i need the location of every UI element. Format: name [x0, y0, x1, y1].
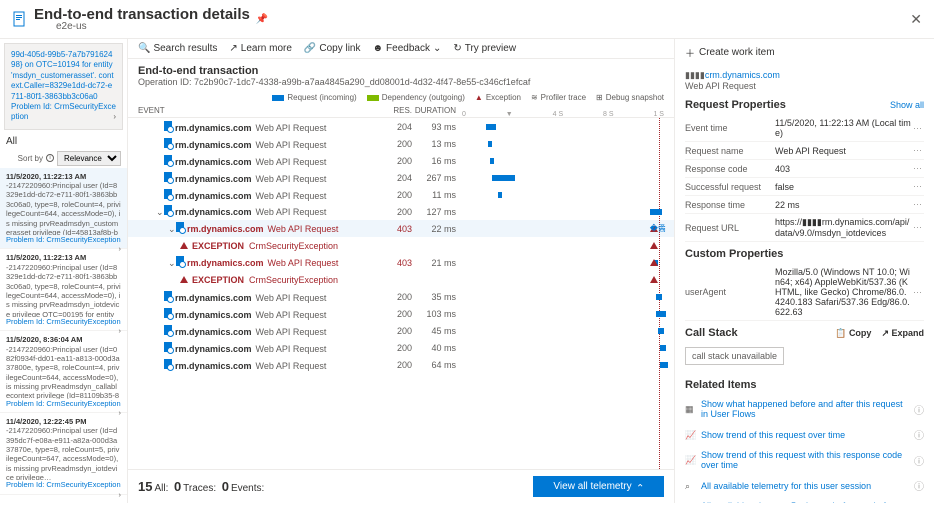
property-row: userAgentMozilla/5.0 (Windows NT 10.0; W…	[685, 264, 924, 321]
sort-by-label: Sort by	[18, 154, 43, 163]
more-icon[interactable]: ⋯	[911, 163, 924, 174]
counts: 15All: 0Traces: 0Events:	[138, 479, 264, 494]
exception-row[interactable]: EXCEPTION CrmSecurityException	[128, 237, 674, 254]
more-icon[interactable]: ⋯	[911, 145, 924, 156]
request-row[interactable]: ⌄rm.dynamics.comWeb API Request40322 ms�…	[128, 220, 674, 237]
create-work-item-button[interactable]: ＋Create work item	[685, 45, 924, 60]
info-icon[interactable]: i	[46, 154, 54, 162]
exception-row[interactable]: EXCEPTION CrmSecurityException	[128, 271, 674, 288]
more-icon[interactable]: ⋯	[911, 181, 924, 192]
left-panel: 99d-405d-99b5-7a7b79162498} on OTC=10194…	[0, 39, 128, 503]
related-item[interactable]: ▦Show what happened before and after thi…	[685, 395, 924, 423]
log-list: 11/5/2020, 11:22:13 AM-2147220960:Princi…	[0, 168, 127, 503]
all-label: All	[0, 134, 127, 149]
copy-button[interactable]: 📋 Copy	[835, 328, 871, 339]
page-header: End-to-end transaction details e2e-us 📌 …	[0, 0, 934, 39]
pin-icon[interactable]: 📌	[256, 14, 268, 25]
request-row[interactable]: rm.dynamics.comWeb API Request20040 ms	[128, 339, 674, 356]
transaction-title: End-to-end transaction	[138, 65, 664, 77]
property-row: Request nameWeb API Request⋯	[685, 142, 924, 160]
request-row[interactable]: rm.dynamics.comWeb API Request20035 ms	[128, 288, 674, 305]
property-row: Successful requestfalse⋯	[685, 178, 924, 196]
info-icon[interactable]: ⓘ	[914, 453, 924, 468]
log-item[interactable]: 11/5/2020, 11:22:13 AM-2147220960:Princi…	[0, 168, 127, 250]
more-icon[interactable]: ⋯	[911, 123, 924, 134]
try-preview-button[interactable]: ↻Try preview	[453, 43, 516, 54]
more-icon[interactable]: ⋯	[911, 222, 924, 233]
legend: Request (incoming) Dependency (outgoing)…	[128, 91, 674, 104]
request-row[interactable]: rm.dynamics.comWeb API Request200103 ms	[128, 305, 674, 322]
info-icon[interactable]: ⓘ	[914, 427, 924, 442]
related-item[interactable]: 📈Show trend of this request over timeⓘ	[685, 423, 924, 446]
show-all-link[interactable]: Show all	[890, 100, 924, 110]
toolbar: 🔍Search results ↗Learn more 🔗Copy link ☻…	[128, 39, 674, 59]
related-item[interactable]: ⌕All available telemetry for this user s…	[685, 474, 924, 497]
related-item[interactable]: 📈Show trend of this request with this re…	[685, 446, 924, 474]
operation-id: Operation ID: 7c2b90c7-1dc7-4338-a99b-a7…	[138, 77, 664, 87]
copy-link-button[interactable]: 🔗Copy link	[304, 43, 361, 54]
log-item[interactable]: 11/5/2020, 8:36:04 AM-2147220960:Princip…	[0, 331, 127, 413]
close-icon[interactable]: ✕	[910, 11, 922, 28]
info-icon[interactable]: ⓘ	[914, 478, 924, 493]
request-row[interactable]: rm.dynamics.comWeb API Request20045 ms	[128, 322, 674, 339]
transaction-rows: rm.dynamics.comWeb API Request20493 msrm…	[128, 118, 674, 469]
sort-select[interactable]: Relevance	[57, 151, 121, 166]
request-row[interactable]: ⌄rm.dynamics.comWeb API Request40321 ms	[128, 254, 674, 271]
expand-button[interactable]: ↗ Expand	[881, 328, 924, 339]
related-item[interactable]: ⌕All available telemetry 5 minutes befor…	[685, 497, 924, 503]
bottom-bar: 15All: 0Traces: 0Events: View all teleme…	[128, 469, 674, 503]
related-items-title: Related Items	[685, 379, 924, 391]
view-all-telemetry-button[interactable]: View all telemetry⌄	[533, 476, 664, 497]
log-item[interactable]: 11/5/2020, 11:22:13 AM-2147220960:Princi…	[0, 249, 127, 331]
custom-properties-title: Custom Properties	[685, 248, 924, 260]
more-icon[interactable]: ⋯	[911, 199, 924, 210]
request-row[interactable]: rm.dynamics.comWeb API Request20011 ms	[128, 186, 674, 203]
center-panel: 🔍Search results ↗Learn more 🔗Copy link ☻…	[128, 39, 674, 503]
more-icon[interactable]: ⋯	[911, 287, 924, 298]
request-row[interactable]: rm.dynamics.comWeb API Request20013 ms	[128, 135, 674, 152]
call-stack-title: Call Stack 📋 Copy ↗ Expand	[685, 327, 924, 339]
highlight-box: 99d-405d-99b5-7a7b79162498} on OTC=10194…	[4, 43, 123, 130]
feedback-button[interactable]: ☻Feedback⌄	[373, 43, 442, 54]
search-results-button[interactable]: 🔍Search results	[138, 43, 217, 54]
learn-more-button[interactable]: ↗Learn more	[229, 43, 292, 54]
info-icon[interactable]: ⓘ	[914, 402, 924, 417]
request-row[interactable]: rm.dynamics.comWeb API Request20493 ms	[128, 118, 674, 135]
document-icon	[12, 11, 28, 27]
request-row[interactable]: ⌄rm.dynamics.comWeb API Request200127 ms	[128, 203, 674, 220]
right-panel: ＋Create work item ▮▮▮▮crm.dynamics.com W…	[674, 39, 934, 503]
property-row: Event time11/5/2020, 11:22:13 AM (Local …	[685, 115, 924, 142]
breadcrumb: ▮▮▮▮crm.dynamics.com Web API Request	[685, 70, 924, 91]
property-row: Request URLhttps://▮▮▮▮rm.dynamics.com/a…	[685, 214, 924, 242]
log-item[interactable]: 11/4/2020, 12:22:45 PM-2147220960:Princi…	[0, 413, 127, 495]
request-row[interactable]: rm.dynamics.comWeb API Request20064 ms	[128, 356, 674, 373]
request-row[interactable]: rm.dynamics.comWeb API Request20016 ms	[128, 152, 674, 169]
property-row: Response code403⋯	[685, 160, 924, 178]
problem-id-link[interactable]: Problem Id: CrmSecurityException	[11, 102, 116, 121]
property-row: Response time22 ms⋯	[685, 196, 924, 214]
request-properties-title: Request Properties Show all	[685, 99, 924, 111]
grid-header: EVENT RES. DURATION 0▼4 S8 S1 S	[128, 104, 674, 118]
call-stack-unavailable: call stack unavailable	[685, 347, 784, 365]
request-row[interactable]: rm.dynamics.comWeb API Request204267 ms	[128, 169, 674, 186]
